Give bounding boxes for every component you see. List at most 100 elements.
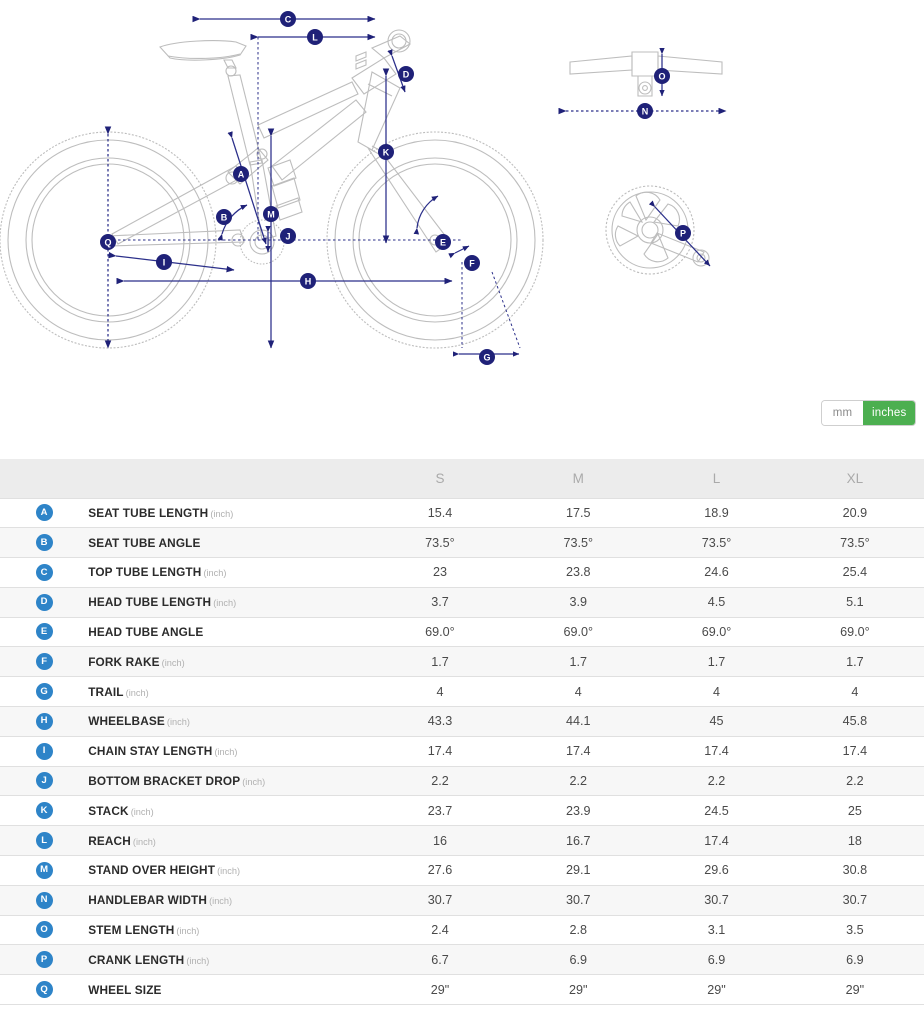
row-value-xl: 2.2: [786, 766, 924, 796]
svg-text:G: G: [483, 352, 490, 362]
row-badge-cell: P: [0, 945, 88, 975]
header-label-blank: [88, 459, 371, 498]
svg-text:O: O: [658, 71, 665, 81]
table-row: CTOP TUBE LENGTH(inch)2323.824.625.4: [0, 558, 924, 588]
row-value-xl: 30.7: [786, 885, 924, 915]
row-unit-note: (inch): [209, 896, 232, 906]
row-badge-a: A: [36, 504, 53, 521]
svg-text:A: A: [238, 169, 245, 179]
row-label-cell: SEAT TUBE ANGLE: [88, 528, 371, 558]
row-value-m: 17.4: [509, 736, 647, 766]
row-label-cell: FORK RAKE(inch): [88, 647, 371, 677]
row-unit-note: (inch): [217, 866, 240, 876]
row-label-text: WHEEL SIZE: [88, 983, 161, 997]
row-badge-cell: G: [0, 677, 88, 707]
row-unit-note: (inch): [131, 807, 154, 817]
svg-text:D: D: [403, 69, 410, 79]
unit-toggle[interactable]: mm inches: [822, 401, 915, 425]
row-badge-cell: H: [0, 707, 88, 737]
row-label-text: REACH: [88, 834, 131, 848]
row-value-xl: 30.8: [786, 856, 924, 886]
crankset-view: [606, 186, 709, 274]
row-badge-j: J: [36, 772, 53, 789]
badge-F: F: [464, 255, 480, 271]
badge-G: G: [479, 349, 495, 365]
row-value-m: 23.8: [509, 558, 647, 588]
row-value-s: 73.5°: [371, 528, 509, 558]
row-value-l: 2.2: [647, 766, 785, 796]
row-label-text: HEAD TUBE LENGTH: [88, 595, 211, 609]
row-value-l: 6.9: [647, 945, 785, 975]
badge-C: C: [280, 11, 296, 27]
table-row: HWHEELBASE(inch)43.344.14545.8: [0, 707, 924, 737]
row-label-cell: WHEEL SIZE: [88, 975, 371, 1005]
row-value-xl: 25.4: [786, 558, 924, 588]
row-label-cell: WHEELBASE(inch): [88, 707, 371, 737]
row-badge-e: E: [36, 623, 53, 640]
row-badge-q: Q: [36, 981, 53, 998]
row-badge-cell: I: [0, 736, 88, 766]
row-value-l: 29": [647, 975, 785, 1005]
row-value-m: 29.1: [509, 856, 647, 886]
row-label-text: STAND OVER HEIGHT: [88, 863, 215, 877]
row-value-xl: 3.5: [786, 915, 924, 945]
row-badge-i: I: [36, 743, 53, 760]
row-badge-cell: N: [0, 885, 88, 915]
row-label-cell: BOTTOM BRACKET DROP(inch): [88, 766, 371, 796]
row-unit-note: (inch): [203, 568, 226, 578]
row-badge-cell: J: [0, 766, 88, 796]
row-unit-note: (inch): [214, 747, 237, 757]
row-value-s: 69.0°: [371, 617, 509, 647]
header-size-s: S: [371, 459, 509, 498]
table-row: PCRANK LENGTH(inch)6.76.96.96.9: [0, 945, 924, 975]
row-value-l: 30.7: [647, 885, 785, 915]
table-row: QWHEEL SIZE29"29"29"29": [0, 975, 924, 1005]
badge-B: B: [216, 209, 232, 225]
svg-text:K: K: [383, 147, 390, 157]
row-value-xl: 73.5°: [786, 528, 924, 558]
row-unit-note: (inch): [133, 837, 156, 847]
row-value-l: 29.6: [647, 856, 785, 886]
table-row: NHANDLEBAR WIDTH(inch)30.730.730.730.7: [0, 885, 924, 915]
row-value-m: 30.7: [509, 885, 647, 915]
table-row: FFORK RAKE(inch)1.71.71.71.7: [0, 647, 924, 677]
row-value-m: 44.1: [509, 707, 647, 737]
row-value-m: 23.9: [509, 796, 647, 826]
table-row: ICHAIN STAY LENGTH(inch)17.417.417.417.4: [0, 736, 924, 766]
row-unit-note: (inch): [176, 926, 199, 936]
unit-toggle-mm[interactable]: mm: [822, 401, 863, 425]
svg-text:H: H: [305, 276, 312, 286]
row-badge-cell: B: [0, 528, 88, 558]
row-badge-l: L: [36, 832, 53, 849]
row-unit-note: (inch): [186, 956, 209, 966]
header-size-xl: XL: [786, 459, 924, 498]
row-badge-b: B: [36, 534, 53, 551]
row-value-xl: 6.9: [786, 945, 924, 975]
row-label-text: TOP TUBE LENGTH: [88, 565, 201, 579]
row-value-s: 1.7: [371, 647, 509, 677]
row-value-l: 1.7: [647, 647, 785, 677]
row-value-l: 17.4: [647, 826, 785, 856]
geometry-diagram-svg: C L D K E F G: [0, 0, 924, 390]
row-label-cell: CHAIN STAY LENGTH(inch): [88, 736, 371, 766]
row-value-l: 69.0°: [647, 617, 785, 647]
svg-text:F: F: [469, 258, 475, 268]
table-row: BSEAT TUBE ANGLE73.5°73.5°73.5°73.5°: [0, 528, 924, 558]
row-value-l: 3.1: [647, 915, 785, 945]
row-badge-g: G: [36, 683, 53, 700]
row-label-text: STEM LENGTH: [88, 923, 174, 937]
row-unit-note: (inch): [167, 717, 190, 727]
unit-toggle-inches[interactable]: inches: [863, 401, 915, 425]
badge-K: K: [378, 144, 394, 160]
row-value-m: 17.5: [509, 498, 647, 528]
badge-P: P: [675, 225, 691, 241]
row-value-xl: 18: [786, 826, 924, 856]
row-value-m: 4: [509, 677, 647, 707]
row-value-l: 24.5: [647, 796, 785, 826]
row-value-m: 73.5°: [509, 528, 647, 558]
row-label-text: SEAT TUBE ANGLE: [88, 536, 200, 550]
bike-geometry-page: C L D K E F G: [0, 0, 924, 1009]
row-value-xl: 4: [786, 677, 924, 707]
badge-Q: Q: [100, 234, 116, 250]
row-badge-h: H: [36, 713, 53, 730]
